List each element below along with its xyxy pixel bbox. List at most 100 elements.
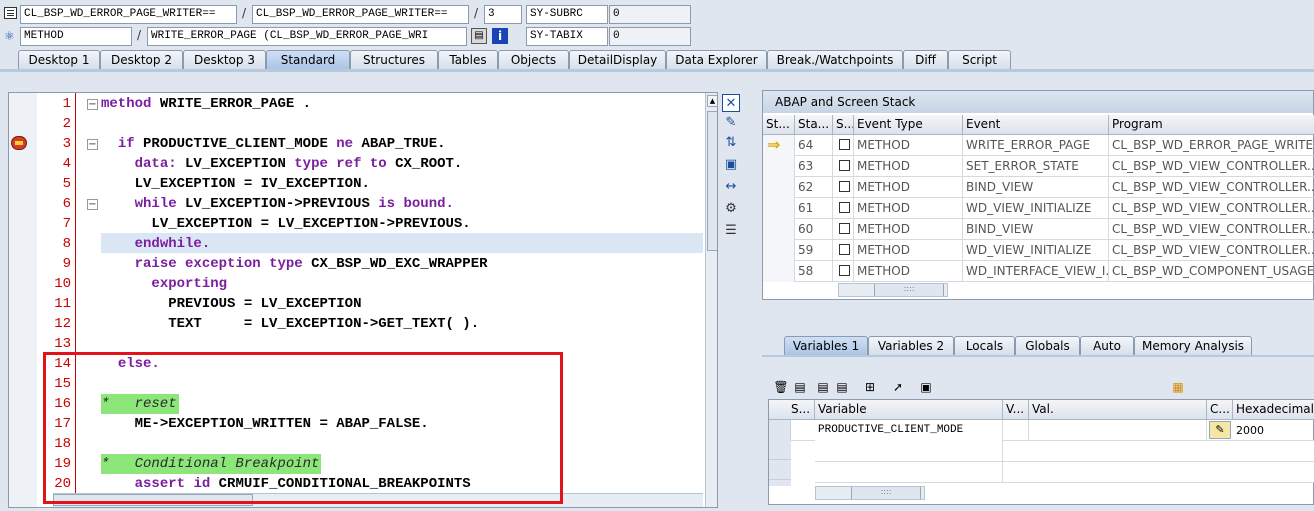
col-header-event-type[interactable]: Event Type — [854, 115, 963, 135]
code-text[interactable]: if PRODUCTIVE_CLIENT_MODE ne ABAP_TRUE. — [101, 134, 446, 154]
save-icon[interactable]: ▦ — [1170, 380, 1186, 394]
line-number-field[interactable]: 3 — [484, 5, 522, 24]
tab-standard[interactable]: Standard — [266, 50, 350, 70]
code-text[interactable]: method WRITE_ERROR_PAGE . — [101, 94, 311, 114]
tab-auto[interactable]: Auto — [1080, 336, 1134, 356]
settings-icon[interactable]: ☰ — [722, 222, 740, 240]
col-header-program[interactable]: Program — [1109, 115, 1314, 135]
fold-toggle-icon[interactable]: − — [87, 139, 98, 150]
var-col-header-s[interactable]: S... — [769, 400, 815, 420]
fold-toggle-icon[interactable]: − — [87, 99, 98, 110]
code-line[interactable]: 1 method WRITE_ERROR_PAGE . — [9, 94, 717, 114]
fold-toggle-icon[interactable]: − — [87, 199, 98, 210]
info-icon[interactable]: i — [492, 28, 508, 44]
code-line[interactable]: 2 — [9, 114, 717, 134]
pencil-icon[interactable]: ✎ — [1209, 421, 1231, 439]
variables-horizontal-scrollbar[interactable]: :::: — [815, 486, 925, 500]
class-name-field[interactable]: CL_BSP_WD_ERROR_PAGE_WRITER== — [20, 5, 237, 24]
variable-name-cell[interactable]: PRODUCTIVE_CLIENT_MODE — [815, 420, 1003, 441]
tab-tables[interactable]: Tables — [438, 50, 498, 70]
current-statement-breakpoint-icon[interactable] — [11, 136, 27, 150]
col-header-event[interactable]: Event — [963, 115, 1109, 135]
delete-icon[interactable]: 🗑 — [773, 380, 789, 394]
tab-structures[interactable]: Structures — [350, 50, 438, 70]
tab-desktop-1[interactable]: Desktop 1 — [18, 50, 100, 70]
transfer-icon[interactable]: ➚ — [890, 380, 906, 394]
code-line[interactable]: 6 while LV_EXCEPTION->PREVIOUS is bound. — [9, 194, 717, 214]
resize-horizontal-icon[interactable]: ↔ — [722, 178, 740, 196]
code-line[interactable]: 3 if PRODUCTIVE_CLIENT_MODE ne ABAP_TRUE… — [9, 134, 717, 154]
code-line[interactable]: 10 exporting — [9, 274, 717, 294]
tab-desktop-2[interactable]: Desktop 2 — [100, 50, 183, 70]
maximize-icon[interactable]: ▣ — [722, 156, 740, 174]
code-text[interactable]: TEXT = LV_EXCEPTION->GET_TEXT( ). — [101, 314, 479, 334]
code-text[interactable]: while LV_EXCEPTION->PREVIOUS is bound. — [101, 194, 454, 214]
tab-detaildisplay[interactable]: DetailDisplay — [569, 50, 666, 70]
tab-locals[interactable]: Locals — [954, 336, 1015, 356]
method-name-field[interactable]: WRITE_ERROR_PAGE (CL_BSP_WD_ERROR_PAGE_W… — [147, 27, 467, 46]
tab-variables-2[interactable]: Variables 2 — [868, 336, 954, 356]
type-field[interactable]: METHOD — [20, 27, 132, 46]
services-icon[interactable]: ⚙ — [722, 200, 740, 218]
code-line[interactable]: 12 TEXT = LV_EXCEPTION->GET_TEXT( ). — [9, 314, 717, 334]
tab-desktop-3[interactable]: Desktop 3 — [183, 50, 266, 70]
tab-diff[interactable]: Diff — [903, 50, 948, 70]
close-icon[interactable]: ✕ — [722, 94, 740, 112]
code-line[interactable]: 4 data: LV_EXCEPTION type ref to CX_ROOT… — [9, 154, 717, 174]
sysvar-value-field-2[interactable]: 0 — [609, 27, 691, 46]
list-edit-icon[interactable]: ▤ — [792, 380, 808, 394]
list-add-icon[interactable]: ▤ — [815, 380, 831, 394]
variable-value-cell[interactable] — [1029, 420, 1207, 441]
stack-row[interactable]: 60 METHOD BIND_VIEW CL_BSP_WD_VIEW_CONTROLL… — [763, 219, 1314, 240]
code-line[interactable]: 8 endwhile. — [9, 234, 717, 254]
sysvar-name-field-2[interactable]: SY-TABIX — [526, 27, 608, 46]
col-header-s[interactable]: S... — [833, 115, 854, 135]
variable-row[interactable]: PRODUCTIVE_CLIENT_MODE ✎ 2000 — [769, 420, 1314, 441]
var-col-header-c[interactable]: C... — [1207, 400, 1233, 420]
tab-objects[interactable]: Objects — [498, 50, 569, 70]
col-header-stack[interactable]: Sta... — [795, 115, 833, 135]
stack-row[interactable]: 63 METHOD SET_ERROR_STATE CL_BSP_WD_VIEW_CO… — [763, 156, 1314, 177]
stack-row[interactable]: 62 METHOD BIND_VIEW CL_BSP_WD_VIEW_CONTROLL… — [763, 177, 1314, 198]
stack-row[interactable]: 64 METHOD WRITE_ERROR_PAGE CL_BSP_WD_ERROR_… — [763, 135, 1314, 156]
variable-row-empty[interactable] — [815, 462, 1314, 483]
var-col-header-variable[interactable]: Variable — [815, 400, 1003, 420]
code-text[interactable]: raise exception type CX_BSP_WD_EXC_WRAPP… — [101, 254, 488, 274]
stack-horizontal-scrollbar[interactable]: :::: — [838, 283, 948, 297]
stack-row[interactable]: 58 METHOD WD_INTERFACE_VIEW_I... CL_BSP_WD_… — [763, 261, 1314, 282]
code-text[interactable]: exporting — [101, 274, 227, 294]
sysvar-name-field[interactable]: SY-SUBRC — [526, 5, 608, 24]
var-col-header-value[interactable]: Val. — [1029, 400, 1207, 420]
code-line[interactable]: 7 LV_EXCEPTION = LV_EXCEPTION->PREVIOUS. — [9, 214, 717, 234]
tab-variables-1[interactable]: Variables 1 — [784, 336, 868, 356]
code-text[interactable]: LV_EXCEPTION = LV_EXCEPTION->PREVIOUS. — [101, 214, 470, 234]
class-name-field-2[interactable]: CL_BSP_WD_ERROR_PAGE_WRITER== — [252, 5, 469, 24]
sysvar-value-field[interactable]: 0 — [609, 5, 691, 24]
code-text[interactable]: endwhile. — [101, 234, 211, 254]
new-tool-icon[interactable]: ✎ — [722, 114, 740, 132]
row-selector[interactable] — [769, 420, 791, 440]
grouping-icon[interactable]: ⊞ — [862, 380, 878, 394]
code-text[interactable]: data: LV_EXCEPTION type ref to CX_ROOT. — [101, 154, 463, 174]
code-line[interactable]: 11 PREVIOUS = LV_EXCEPTION — [9, 294, 717, 314]
stack-row[interactable]: 59 METHOD WD_VIEW_INITIALIZE CL_BSP_WD_VIEW… — [763, 240, 1314, 261]
swap-tool-icon[interactable]: ⇅ — [722, 134, 740, 152]
col-header-st[interactable]: St... — [763, 115, 795, 135]
details-icon[interactable]: ▣ — [918, 380, 934, 394]
variable-row-empty[interactable] — [815, 441, 1314, 462]
code-text[interactable]: LV_EXCEPTION = IV_EXCEPTION. — [101, 174, 370, 194]
var-col-header-v[interactable]: V... — [1003, 400, 1029, 420]
tab-memory-analysis[interactable]: Memory Analysis — [1134, 336, 1252, 356]
var-col-header-hex[interactable]: Hexadecimal V — [1233, 400, 1314, 420]
tab-break-watchpoints[interactable]: Break./Watchpoints — [767, 50, 903, 70]
editor-vertical-scrollbar[interactable]: ▲ — [705, 93, 717, 507]
code-text[interactable]: PREVIOUS = LV_EXCEPTION — [101, 294, 361, 314]
code-line[interactable]: 13 — [9, 334, 717, 354]
code-line[interactable]: 5 LV_EXCEPTION = IV_EXCEPTION. — [9, 174, 717, 194]
tab-script[interactable]: Script — [948, 50, 1011, 70]
list-remove-icon[interactable]: ▤ — [834, 380, 850, 394]
navigate-icon[interactable]: ▤ — [471, 28, 487, 44]
code-line[interactable]: 9 raise exception type CX_BSP_WD_EXC_WRA… — [9, 254, 717, 274]
tab-data-explorer[interactable]: Data Explorer — [666, 50, 767, 70]
stack-row[interactable]: 61 METHOD WD_VIEW_INITIALIZE CL_BSP_WD_VIEW… — [763, 198, 1314, 219]
